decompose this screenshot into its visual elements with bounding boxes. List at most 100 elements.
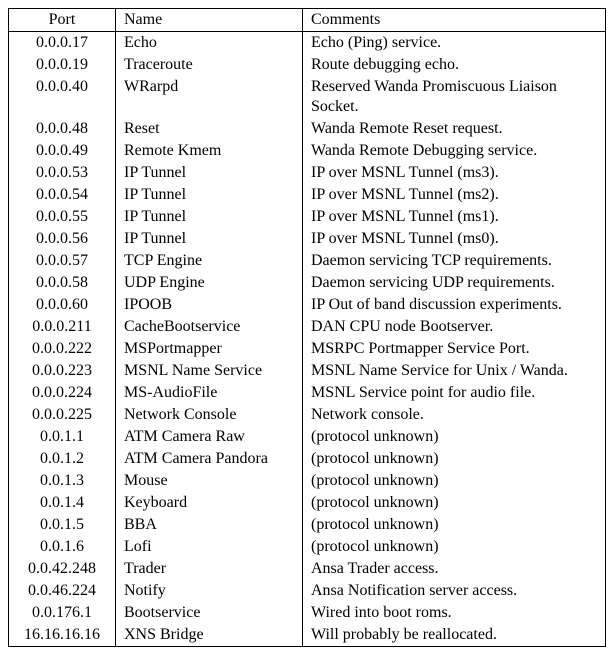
cell-port: 0.0.1.1 bbox=[9, 426, 116, 448]
cell-name: MSNL Name Service bbox=[116, 360, 303, 382]
cell-name: IPOOB bbox=[116, 294, 303, 316]
cell-name: Traceroute bbox=[116, 54, 303, 76]
cell-comment: Reserved Wanda Promiscuous Liaison Socke… bbox=[303, 76, 606, 118]
cell-port: 0.0.0.211 bbox=[9, 316, 116, 338]
cell-name: WRarpd bbox=[116, 76, 303, 118]
col-header-comment: Comments bbox=[303, 9, 606, 32]
cell-port: 0.0.0.222 bbox=[9, 338, 116, 360]
table-row: 0.0.0.222MSPortmapperMSRPC Portmapper Se… bbox=[9, 338, 606, 360]
cell-port: 0.0.1.6 bbox=[9, 536, 116, 558]
table-row: 0.0.0.60IPOOBIP Out of band discussion e… bbox=[9, 294, 606, 316]
cell-port: 0.0.0.55 bbox=[9, 206, 116, 228]
cell-port: 0.0.0.57 bbox=[9, 250, 116, 272]
cell-name: MS-AudioFile bbox=[116, 382, 303, 404]
cell-comment: IP over MSNL Tunnel (ms2). bbox=[303, 184, 606, 206]
table-row: 0.0.0.211CacheBootserviceDAN CPU node Bo… bbox=[9, 316, 606, 338]
cell-port: 0.0.42.248 bbox=[9, 558, 116, 580]
cell-port: 0.0.0.54 bbox=[9, 184, 116, 206]
table-row: 0.0.0.55IP TunnelIP over MSNL Tunnel (ms… bbox=[9, 206, 606, 228]
cell-comment: (protocol unknown) bbox=[303, 426, 606, 448]
cell-comment: Will probably be reallocated. bbox=[303, 624, 606, 647]
table-row: 0.0.0.40WRarpdReserved Wanda Promiscuous… bbox=[9, 76, 606, 118]
cell-port: 0.0.0.48 bbox=[9, 118, 116, 140]
cell-name: IP Tunnel bbox=[116, 184, 303, 206]
table-row: 0.0.0.57TCP EngineDaemon servicing TCP r… bbox=[9, 250, 606, 272]
cell-comment: (protocol unknown) bbox=[303, 448, 606, 470]
cell-comment: MSRPC Portmapper Service Port. bbox=[303, 338, 606, 360]
cell-name: TCP Engine bbox=[116, 250, 303, 272]
ports-table: Port Name Comments 0.0.0.17EchoEcho (Pin… bbox=[8, 8, 606, 647]
table-row: 0.0.0.56IP TunnelIP over MSNL Tunnel (ms… bbox=[9, 228, 606, 250]
table-row: 0.0.42.248TraderAnsa Trader access. bbox=[9, 558, 606, 580]
cell-name: ATM Camera Raw bbox=[116, 426, 303, 448]
cell-comment: Network console. bbox=[303, 404, 606, 426]
table-row: 16.16.16.16XNS BridgeWill probably be re… bbox=[9, 624, 606, 647]
cell-comment: Ansa Trader access. bbox=[303, 558, 606, 580]
cell-comment: Daemon servicing UDP requirements. bbox=[303, 272, 606, 294]
cell-comment: Wanda Remote Debugging service. bbox=[303, 140, 606, 162]
cell-name: Reset bbox=[116, 118, 303, 140]
cell-name: Mouse bbox=[116, 470, 303, 492]
cell-comment: DAN CPU node Bootserver. bbox=[303, 316, 606, 338]
table-row: 0.0.1.6Lofi(protocol unknown) bbox=[9, 536, 606, 558]
table-row: 0.0.1.5BBA(protocol unknown) bbox=[9, 514, 606, 536]
cell-comment: (protocol unknown) bbox=[303, 536, 606, 558]
cell-name: Network Console bbox=[116, 404, 303, 426]
cell-comment: MSNL Service point for audio file. bbox=[303, 382, 606, 404]
cell-name: ATM Camera Pandora bbox=[116, 448, 303, 470]
cell-port: 16.16.16.16 bbox=[9, 624, 116, 647]
cell-port: 0.0.176.1 bbox=[9, 602, 116, 624]
cell-name: Trader bbox=[116, 558, 303, 580]
cell-name: IP Tunnel bbox=[116, 228, 303, 250]
cell-port: 0.0.1.4 bbox=[9, 492, 116, 514]
cell-name: Remote Kmem bbox=[116, 140, 303, 162]
table-row: 0.0.0.17EchoEcho (Ping) service. bbox=[9, 32, 606, 55]
cell-comment: (protocol unknown) bbox=[303, 492, 606, 514]
table-row: 0.0.1.3Mouse(protocol unknown) bbox=[9, 470, 606, 492]
table-row: 0.0.1.2ATM Camera Pandora(protocol unkno… bbox=[9, 448, 606, 470]
cell-port: 0.0.0.53 bbox=[9, 162, 116, 184]
table-row: 0.0.0.225Network ConsoleNetwork console. bbox=[9, 404, 606, 426]
cell-comment: (protocol unknown) bbox=[303, 514, 606, 536]
table-row: 0.0.1.1ATM Camera Raw(protocol unknown) bbox=[9, 426, 606, 448]
cell-comment: MSNL Name Service for Unix / Wanda. bbox=[303, 360, 606, 382]
cell-port: 0.0.0.60 bbox=[9, 294, 116, 316]
table-row: 0.0.0.48ResetWanda Remote Reset request. bbox=[9, 118, 606, 140]
cell-port: 0.0.0.49 bbox=[9, 140, 116, 162]
cell-port: 0.0.1.3 bbox=[9, 470, 116, 492]
table-row: 0.0.0.54IP TunnelIP over MSNL Tunnel (ms… bbox=[9, 184, 606, 206]
cell-comment: Daemon servicing TCP requirements. bbox=[303, 250, 606, 272]
cell-comment: IP over MSNL Tunnel (ms3). bbox=[303, 162, 606, 184]
cell-name: CacheBootservice bbox=[116, 316, 303, 338]
cell-comment: IP Out of band discussion experiments. bbox=[303, 294, 606, 316]
table-row: 0.0.0.224MS-AudioFileMSNL Service point … bbox=[9, 382, 606, 404]
cell-name: UDP Engine bbox=[116, 272, 303, 294]
cell-comment: Route debugging echo. bbox=[303, 54, 606, 76]
cell-port: 0.0.1.2 bbox=[9, 448, 116, 470]
cell-comment: Wired into boot roms. bbox=[303, 602, 606, 624]
table-row: 0.0.1.4Keyboard(protocol unknown) bbox=[9, 492, 606, 514]
cell-port: 0.0.0.40 bbox=[9, 76, 116, 118]
table-row: 0.0.0.223MSNL Name ServiceMSNL Name Serv… bbox=[9, 360, 606, 382]
cell-comment: IP over MSNL Tunnel (ms0). bbox=[303, 228, 606, 250]
cell-name: XNS Bridge bbox=[116, 624, 303, 647]
cell-name: BBA bbox=[116, 514, 303, 536]
cell-comment: Ansa Notification server access. bbox=[303, 580, 606, 602]
table-row: 0.0.0.58UDP EngineDaemon servicing UDP r… bbox=[9, 272, 606, 294]
cell-comment: Wanda Remote Reset request. bbox=[303, 118, 606, 140]
cell-name: Keyboard bbox=[116, 492, 303, 514]
cell-port: 0.0.1.5 bbox=[9, 514, 116, 536]
cell-comment: Echo (Ping) service. bbox=[303, 32, 606, 55]
cell-port: 0.0.0.225 bbox=[9, 404, 116, 426]
cell-port: 0.0.0.17 bbox=[9, 32, 116, 55]
cell-port: 0.0.0.19 bbox=[9, 54, 116, 76]
cell-port: 0.0.0.223 bbox=[9, 360, 116, 382]
col-header-port: Port bbox=[9, 9, 116, 32]
cell-name: Lofi bbox=[116, 536, 303, 558]
cell-name: MSPortmapper bbox=[116, 338, 303, 360]
cell-name: Echo bbox=[116, 32, 303, 55]
cell-name: Bootservice bbox=[116, 602, 303, 624]
cell-port: 0.0.46.224 bbox=[9, 580, 116, 602]
table-header-row: Port Name Comments bbox=[9, 9, 606, 32]
table-row: 0.0.0.53IP TunnelIP over MSNL Tunnel (ms… bbox=[9, 162, 606, 184]
